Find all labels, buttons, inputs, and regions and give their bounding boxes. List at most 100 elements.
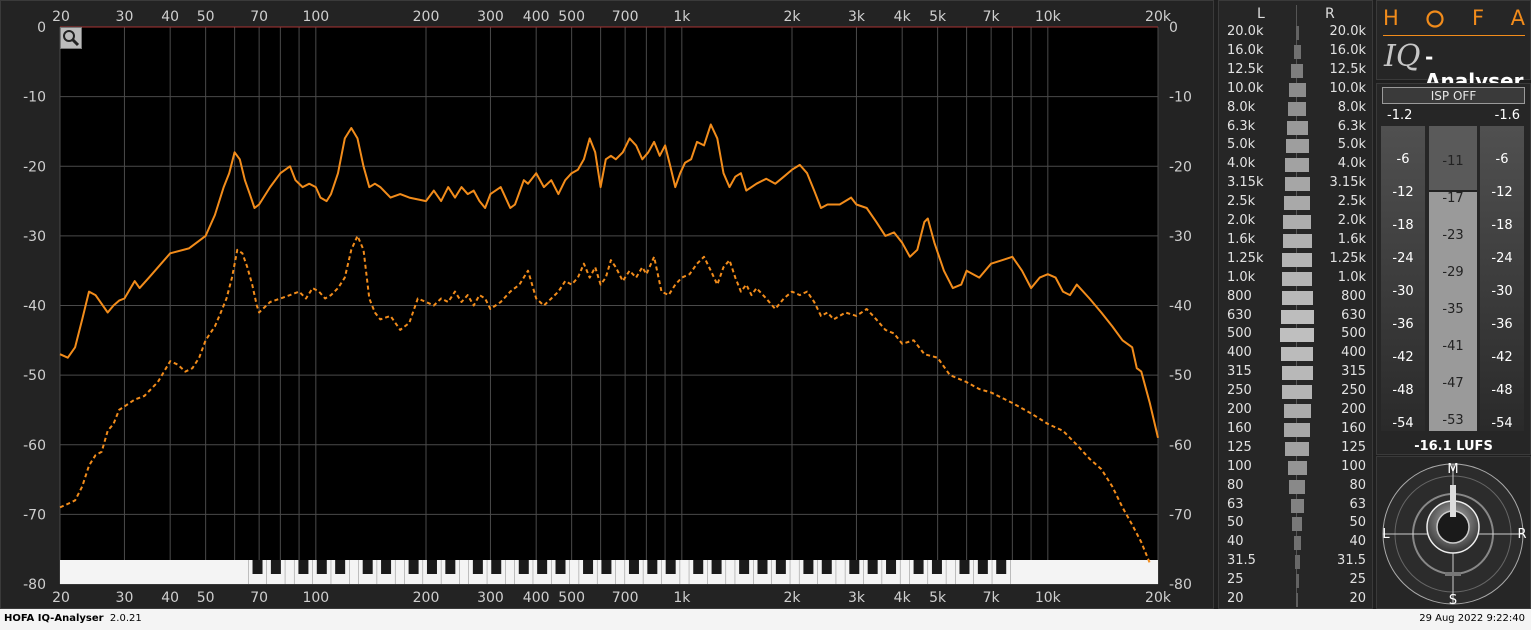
- meter-scale-left: -6: [1396, 152, 1410, 167]
- freq-tick-label-top: 400: [523, 9, 550, 25]
- meter-scale-right: -6: [1495, 152, 1509, 167]
- band-level-bar: [1284, 196, 1310, 211]
- db-tick-label-left: -70: [23, 507, 46, 523]
- band-label-right: 100: [1341, 458, 1366, 474]
- band-header-right: R: [1325, 6, 1335, 22]
- freq-tick-label-bottom: 700: [612, 590, 639, 606]
- spectrum-analyser-graph[interactable]: 20 20 30 30 40 40 50 50 70 70 100 100 200 200 300 300 40…: [1, 1, 1213, 608]
- scope-label-right: R: [1517, 527, 1526, 542]
- band-label-left: 2.0k: [1227, 213, 1256, 228]
- spectrum-panel: 20 20 30 30 40 40 50 50 70 70 100 100 200 200 300 300 40…: [0, 0, 1214, 609]
- piano-black-key: [775, 560, 786, 574]
- db-tick-label-left: -60: [23, 438, 46, 454]
- band-label-right: 2.0k: [1337, 213, 1366, 228]
- piano-black-key: [821, 560, 832, 574]
- piano-black-key: [803, 560, 814, 574]
- meter-scale-left: -42: [1392, 350, 1414, 365]
- db-tick-label-left: -20: [23, 159, 46, 175]
- hofa-logo: H F A: [1383, 6, 1525, 34]
- piano-keyboard: [60, 560, 1158, 584]
- db-tick-label-right: 0: [1169, 20, 1178, 36]
- freq-tick-label-top: 2k: [783, 9, 801, 25]
- band-label-right: 31.5: [1337, 553, 1366, 569]
- logo-iq: IQ: [1384, 39, 1421, 74]
- meter-scale-right: -48: [1491, 383, 1513, 398]
- freq-tick-label-top: 4k: [894, 9, 912, 25]
- freq-tick-label-top: 70: [250, 9, 268, 25]
- db-tick-label-right: -20: [1169, 159, 1192, 175]
- band-label-left: 63: [1227, 496, 1244, 512]
- meter-scale-right: -12: [1491, 185, 1513, 200]
- db-tick-label-right: -80: [1169, 577, 1192, 593]
- band-label-right: 160: [1341, 420, 1366, 436]
- freq-tick-label-top: 50: [197, 9, 215, 25]
- meter-scale-left: -18: [1392, 218, 1414, 233]
- band-level-bar: [1281, 347, 1313, 362]
- band-label-right: 8.0k: [1337, 99, 1366, 115]
- piano-black-key: [472, 560, 483, 574]
- piano-black-key: [977, 560, 988, 574]
- band-label-right: 3.15k: [1329, 175, 1366, 191]
- band-label-left: 125: [1227, 439, 1252, 455]
- logo-letter: F: [1471, 6, 1485, 30]
- db-tick-label-left: -80: [23, 577, 46, 593]
- band-label-right: 50: [1349, 515, 1366, 531]
- band-label-right: 400: [1341, 345, 1366, 361]
- loudness-scale: -35: [1442, 302, 1464, 317]
- band-label-left: 80: [1227, 477, 1244, 493]
- band-label-right: 315: [1341, 364, 1366, 380]
- band-level-bar: [1290, 498, 1304, 513]
- db-tick-label-right: -50: [1169, 368, 1192, 384]
- freq-tick-label-top: 700: [612, 9, 639, 25]
- piano-black-key: [913, 560, 924, 574]
- freq-tick-label-bottom: 20k: [1145, 590, 1172, 606]
- band-level-bar: [1289, 479, 1305, 494]
- peak-left-value: -1.2: [1387, 108, 1413, 123]
- piano-black-key: [583, 560, 594, 574]
- band-label-left: 25: [1227, 572, 1244, 588]
- piano-black-key: [362, 560, 373, 574]
- isp-toggle-button[interactable]: ISP OFF: [1382, 87, 1525, 104]
- meter-scale-right: -18: [1491, 218, 1513, 233]
- freq-tick-label-top: 1k: [673, 9, 691, 25]
- scope-label-left: L: [1382, 527, 1390, 542]
- goniometer: M L R S: [1382, 462, 1526, 608]
- band-level-bar: [1283, 404, 1311, 418]
- band-level-bar: [1288, 101, 1306, 116]
- band-label-left: 315: [1227, 364, 1252, 380]
- freq-tick-label-top: 20: [52, 9, 70, 25]
- stereo-scope-panel: M L R S: [1376, 456, 1531, 609]
- band-level-bar: [1285, 441, 1309, 456]
- band-label-right: 80: [1349, 477, 1366, 493]
- band-label-left: 20: [1227, 591, 1244, 606]
- band-label-left: 6.3k: [1227, 118, 1256, 134]
- logo-letter: [1425, 6, 1445, 34]
- band-label-left: 50: [1227, 515, 1244, 531]
- freq-tick-label-bottom: 500: [558, 590, 585, 606]
- band-label-left: 1.0k: [1227, 269, 1256, 285]
- piano-black-key: [886, 560, 897, 574]
- band-level-bar: [1295, 574, 1299, 589]
- piano-black-key: [711, 560, 722, 574]
- band-label-right: 250: [1341, 383, 1366, 399]
- logo-panel: H F A IQ -Analyser: [1376, 0, 1531, 93]
- freq-tick-label-bottom: 2k: [783, 590, 801, 606]
- freq-tick-label-top: 7k: [983, 9, 1001, 25]
- band-level-bar: [1282, 271, 1312, 286]
- band-label-left: 1.6k: [1227, 231, 1256, 247]
- freq-tick-label-bottom: 300: [477, 590, 504, 606]
- piano-black-key: [647, 560, 658, 574]
- band-label-right: 40: [1349, 534, 1366, 550]
- zoom-button[interactable]: [60, 27, 82, 49]
- band-label-left: 400: [1227, 345, 1252, 361]
- loudness-scale: -29: [1442, 265, 1464, 280]
- band-label-left: 5.0k: [1227, 137, 1256, 153]
- freq-tick-label-bottom: 70: [250, 590, 268, 606]
- piano-black-key: [665, 560, 676, 574]
- loudness-scale: -53: [1442, 413, 1464, 428]
- band-label-left: 630: [1227, 307, 1252, 323]
- loudness-scale: -41: [1442, 339, 1464, 354]
- status-bar: HOFA IQ-Analyser 2.0.21 29 Aug 2022 9:22…: [0, 609, 1531, 630]
- band-label-left: 20.0k: [1227, 24, 1264, 39]
- piano-black-key: [381, 560, 392, 574]
